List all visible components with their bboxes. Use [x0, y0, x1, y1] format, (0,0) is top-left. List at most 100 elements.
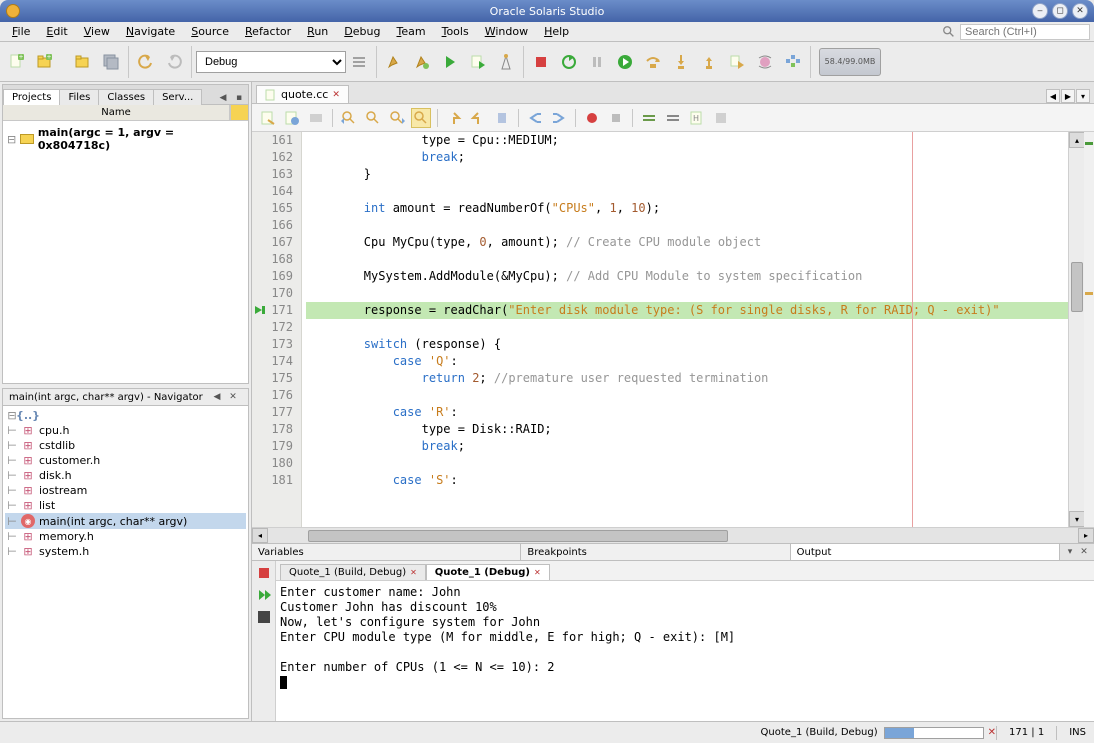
panel-left-icon[interactable]: ◀: [210, 391, 224, 403]
clean-build-button[interactable]: [409, 49, 435, 75]
step-out-button[interactable]: [696, 49, 722, 75]
continue-button[interactable]: [612, 49, 638, 75]
prev-bookmark-button[interactable]: [444, 108, 464, 128]
tab-next-button[interactable]: ▶: [1061, 89, 1075, 103]
output-tab[interactable]: Output: [791, 544, 1060, 560]
save-all-button[interactable]: [98, 49, 124, 75]
comment-button[interactable]: [639, 108, 659, 128]
source-button[interactable]: [258, 108, 278, 128]
menu-team[interactable]: Team: [388, 23, 433, 40]
panel-close-icon[interactable]: ✕: [1078, 546, 1090, 558]
close-button[interactable]: ✕: [1072, 3, 1088, 19]
menu-help[interactable]: Help: [536, 23, 577, 40]
menu-edit[interactable]: Edit: [38, 23, 75, 40]
new-project-button[interactable]: +: [32, 49, 58, 75]
navigator-item[interactable]: ⊢⊞system.h: [5, 544, 246, 559]
menu-source[interactable]: Source: [183, 23, 237, 40]
navigator-item[interactable]: ⊢⊞disk.h: [5, 468, 246, 483]
pause-button[interactable]: [584, 49, 610, 75]
projects-tab-serv[interactable]: Serv...: [153, 89, 202, 105]
undo-button[interactable]: [133, 49, 159, 75]
projects-tab-projects[interactable]: Projects: [3, 89, 60, 105]
next-bookmark-button[interactable]: [468, 108, 488, 128]
editor-tab[interactable]: quote.cc ✕: [256, 85, 349, 103]
breakpoints-tab[interactable]: Breakpoints: [521, 544, 790, 560]
navigator-item[interactable]: ⊢⊞cstdlib: [5, 438, 246, 453]
output-stop-button[interactable]: [256, 565, 272, 581]
close-tab-icon[interactable]: ✕: [332, 90, 340, 100]
navigator-item[interactable]: ⊢⊞memory.h: [5, 529, 246, 544]
step-into-button[interactable]: [668, 49, 694, 75]
diff-button[interactable]: [306, 108, 326, 128]
menu-run[interactable]: Run: [299, 23, 336, 40]
new-watch-button[interactable]: [780, 49, 806, 75]
panel-minimize-icon[interactable]: ▪: [232, 92, 246, 104]
menu-refactor[interactable]: Refactor: [237, 23, 299, 40]
find-next-button[interactable]: [387, 108, 407, 128]
build-config-select[interactable]: Debug: [196, 51, 346, 73]
profile-button[interactable]: [493, 49, 519, 75]
navigator-item[interactable]: ⊢⊞iostream: [5, 483, 246, 498]
vertical-scrollbar[interactable]: ▴ ▾: [1068, 132, 1084, 527]
uncomment-button[interactable]: [663, 108, 683, 128]
variables-tab[interactable]: Variables: [252, 544, 521, 560]
panel-close-icon[interactable]: ✕: [226, 391, 240, 403]
new-file-button[interactable]: +: [4, 49, 30, 75]
navigator-item[interactable]: ⊢◉main(int argc, char** argv): [5, 513, 246, 529]
find-selection-button[interactable]: [363, 108, 383, 128]
shift-left-button[interactable]: [525, 108, 545, 128]
shift-right-button[interactable]: [549, 108, 569, 128]
navigator-item[interactable]: ⊢⊞list: [5, 498, 246, 513]
tab-prev-button[interactable]: ◀: [1046, 89, 1060, 103]
projects-tab-classes[interactable]: Classes: [98, 89, 154, 105]
maximize-button[interactable]: ◻: [1052, 3, 1068, 19]
navigator-item[interactable]: ⊢⊞cpu.h: [5, 423, 246, 438]
output-subtab[interactable]: Quote_1 (Build, Debug)✕: [280, 564, 426, 580]
tab-dropdown-button[interactable]: ▾: [1076, 89, 1090, 103]
open-project-button[interactable]: [70, 49, 96, 75]
run-to-cursor-button[interactable]: [724, 49, 750, 75]
toggle-bookmark-button[interactable]: [492, 108, 512, 128]
output-settings-button[interactable]: [256, 609, 272, 625]
panel-left-icon[interactable]: ◀: [216, 92, 230, 104]
output-subtab[interactable]: Quote_1 (Debug)✕: [426, 564, 550, 580]
start-macro-button[interactable]: [582, 108, 602, 128]
output-console[interactable]: Enter customer name: John Customer John …: [276, 581, 1094, 721]
filter-icon[interactable]: [230, 105, 248, 120]
step-over-button[interactable]: [640, 49, 666, 75]
horizontal-scrollbar[interactable]: ◂▸: [252, 527, 1094, 543]
menu-window[interactable]: Window: [477, 23, 536, 40]
check-file-button[interactable]: [711, 108, 731, 128]
minimize-button[interactable]: ‒: [1032, 3, 1048, 19]
menu-debug[interactable]: Debug: [336, 23, 388, 40]
menu-file[interactable]: File: [4, 23, 38, 40]
navigator-item[interactable]: ⊢⊞customer.h: [5, 453, 246, 468]
find-prev-button[interactable]: [339, 108, 359, 128]
restart-button[interactable]: [556, 49, 582, 75]
menu-tools[interactable]: Tools: [434, 23, 477, 40]
debug-button[interactable]: [465, 49, 491, 75]
stop-macro-button[interactable]: [606, 108, 626, 128]
toggle-highlight-button[interactable]: [411, 108, 431, 128]
go-to-header-button[interactable]: H: [687, 108, 707, 128]
config-settings-button[interactable]: [346, 49, 372, 75]
redo-button[interactable]: [161, 49, 187, 75]
stack-frame-row[interactable]: ⊟ main(argc = 1, argv = 0x804718c): [7, 125, 244, 153]
navigator-item[interactable]: ⊟{..}: [5, 408, 246, 423]
overview-ruler[interactable]: [1084, 132, 1094, 527]
cancel-task-icon[interactable]: ✕: [988, 727, 996, 738]
code-editor[interactable]: 1611621631641651661671681691701711721731…: [252, 132, 1094, 527]
menu-navigate[interactable]: Navigate: [118, 23, 183, 40]
history-button[interactable]: [282, 108, 302, 128]
close-icon[interactable]: ✕: [534, 568, 541, 577]
close-icon[interactable]: ✕: [410, 568, 417, 577]
panel-minimize-icon[interactable]: ▾: [1064, 546, 1076, 558]
output-rerun-button[interactable]: [256, 587, 272, 603]
projects-tab-files[interactable]: Files: [59, 89, 99, 105]
menu-view[interactable]: View: [76, 23, 118, 40]
stop-button[interactable]: [528, 49, 554, 75]
search-input[interactable]: [960, 24, 1090, 40]
run-button[interactable]: [437, 49, 463, 75]
apply-code-changes-button[interactable]: [752, 49, 778, 75]
build-button[interactable]: [381, 49, 407, 75]
